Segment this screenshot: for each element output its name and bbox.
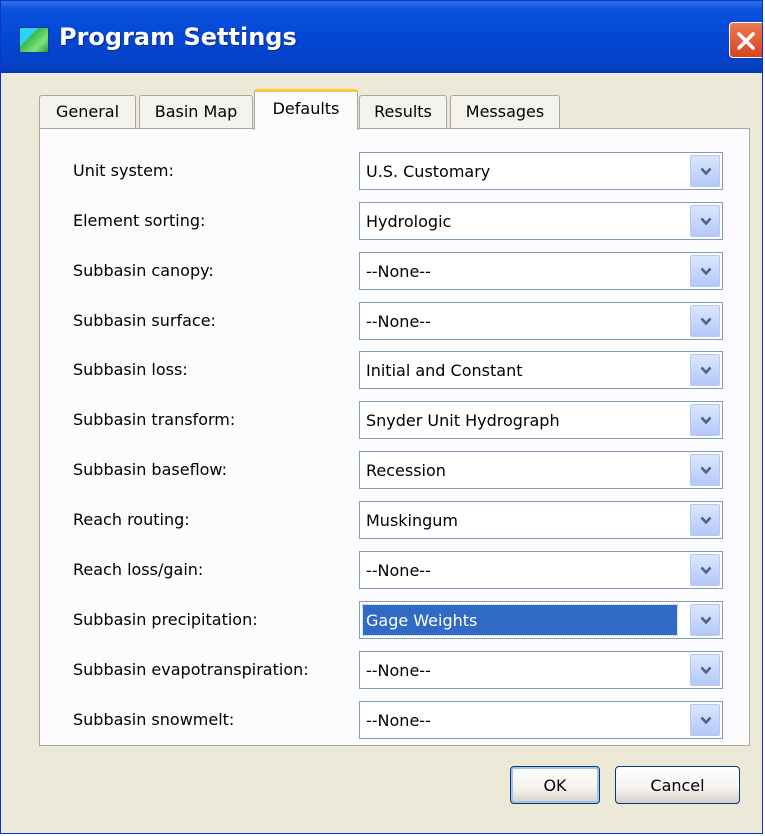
subbasin-transform-value: Snyder Unit Hydrograph (366, 411, 560, 430)
subbasin-canopy-label: Subbasin canopy: (73, 261, 214, 280)
setting-row-subbasin-evapotranspiration: Subbasin evapotranspiration: --None-- (40, 651, 749, 689)
tab-defaults[interactable]: Defaults (254, 89, 358, 130)
dropdown-button[interactable] (690, 305, 720, 337)
dropdown-button[interactable] (690, 504, 720, 536)
tab-results-label: Results (374, 102, 432, 121)
setting-row-subbasin-transform: Subbasin transform: Snyder Unit Hydrogra… (40, 401, 749, 439)
subbasin-baseflow-label: Subbasin baseflow: (73, 460, 228, 479)
dropdown-button[interactable] (690, 554, 720, 586)
subbasin-snowmelt-label: Subbasin snowmelt: (73, 710, 235, 729)
chevron-down-icon (700, 466, 712, 475)
subbasin-surface-select[interactable]: --None-- (359, 302, 723, 340)
setting-row-subbasin-snowmelt: Subbasin snowmelt: --None-- (40, 701, 749, 739)
dropdown-button[interactable] (690, 404, 720, 436)
subbasin-evapotranspiration-select[interactable]: --None-- (359, 651, 723, 689)
defaults-panel: Unit system: U.S. Customary Element sort… (39, 128, 750, 746)
tab-basin-map[interactable]: Basin Map (139, 95, 253, 129)
dropdown-button[interactable] (690, 205, 720, 237)
window-title: Program Settings (59, 23, 297, 51)
subbasin-precipitation-select[interactable]: Gage Weights (359, 601, 723, 639)
dropdown-button[interactable] (690, 704, 720, 736)
ok-button[interactable]: OK (510, 766, 600, 804)
dropdown-button[interactable] (690, 255, 720, 287)
tab-messages[interactable]: Messages (450, 95, 560, 129)
dropdown-button[interactable] (690, 454, 720, 486)
reach-routing-value: Muskingum (366, 511, 459, 530)
unit-system-select[interactable]: U.S. Customary (359, 152, 723, 190)
close-icon (737, 32, 755, 50)
tab-defaults-label: Defaults (272, 99, 340, 118)
subbasin-evapotranspiration-value: --None-- (366, 661, 431, 680)
setting-row-subbasin-surface: Subbasin surface: --None-- (40, 302, 749, 340)
setting-row-element-sorting: Element sorting: Hydrologic (40, 202, 749, 240)
setting-row-subbasin-loss: Subbasin loss: Initial and Constant (40, 351, 749, 389)
subbasin-snowmelt-select[interactable]: --None-- (359, 701, 723, 739)
tab-results[interactable]: Results (359, 95, 447, 129)
subbasin-loss-value: Initial and Constant (366, 361, 523, 380)
chevron-down-icon (700, 416, 712, 425)
subbasin-baseflow-value: Recession (366, 461, 446, 480)
element-sorting-label: Element sorting: (73, 211, 206, 230)
chevron-down-icon (700, 666, 712, 675)
tab-general-label: General (55, 102, 120, 121)
program-settings-app-icon (19, 27, 49, 53)
close-button[interactable] (729, 22, 762, 58)
reach-routing-label: Reach routing: (73, 510, 190, 529)
subbasin-precipitation-label: Subbasin precipitation: (73, 610, 258, 629)
element-sorting-value: Hydrologic (366, 212, 452, 231)
reach-loss-gain-label: Reach loss/gain: (73, 560, 204, 579)
dropdown-button[interactable] (690, 354, 720, 386)
chevron-down-icon (700, 566, 712, 575)
subbasin-loss-select[interactable]: Initial and Constant (359, 351, 723, 389)
subbasin-evapotranspiration-label: Subbasin evapotranspiration: (73, 660, 309, 679)
tab-messages-label: Messages (465, 102, 545, 121)
subbasin-precipitation-value: Gage Weights (362, 604, 678, 636)
setting-row-subbasin-canopy: Subbasin canopy: --None-- (40, 252, 749, 290)
subbasin-surface-label: Subbasin surface: (73, 311, 216, 330)
subbasin-canopy-select[interactable]: --None-- (359, 252, 723, 290)
setting-row-unit-system: Unit system: U.S. Customary (40, 152, 749, 190)
subbasin-snowmelt-value: --None-- (366, 711, 431, 730)
chevron-down-icon (700, 167, 712, 176)
reach-routing-select[interactable]: Muskingum (359, 501, 723, 539)
chevron-down-icon (700, 716, 712, 725)
dropdown-button[interactable] (690, 604, 720, 636)
reach-loss-gain-select[interactable]: --None-- (359, 551, 723, 589)
element-sorting-select[interactable]: Hydrologic (359, 202, 723, 240)
subbasin-transform-label: Subbasin transform: (73, 410, 236, 429)
tab-general[interactable]: General (39, 95, 136, 129)
subbasin-baseflow-select[interactable]: Recession (359, 451, 723, 489)
reach-loss-gain-value: --None-- (366, 561, 431, 580)
setting-row-subbasin-precipitation: Subbasin precipitation: Gage Weights (40, 601, 749, 639)
program-settings-dialog: Program Settings General Basin Map Defau… (0, 0, 763, 834)
chevron-down-icon (700, 267, 712, 276)
chevron-down-icon (700, 366, 712, 375)
title-bar[interactable]: Program Settings (1, 1, 762, 73)
dropdown-button[interactable] (690, 155, 720, 187)
unit-system-value: U.S. Customary (366, 162, 491, 181)
subbasin-transform-select[interactable]: Snyder Unit Hydrograph (359, 401, 723, 439)
tab-basin-map-label: Basin Map (154, 102, 238, 121)
chevron-down-icon (700, 317, 712, 326)
cancel-button[interactable]: Cancel (615, 766, 740, 804)
setting-row-reach-routing: Reach routing: Muskingum (40, 501, 749, 539)
setting-row-reach-loss-gain: Reach loss/gain: --None-- (40, 551, 749, 589)
subbasin-surface-value: --None-- (366, 312, 431, 331)
unit-system-label: Unit system: (73, 161, 174, 180)
setting-row-subbasin-baseflow: Subbasin baseflow: Recession (40, 451, 749, 489)
subbasin-loss-label: Subbasin loss: (73, 360, 188, 379)
chevron-down-icon (700, 217, 712, 226)
chevron-down-icon (700, 516, 712, 525)
chevron-down-icon (700, 616, 712, 625)
dropdown-button[interactable] (690, 654, 720, 686)
subbasin-canopy-value: --None-- (366, 262, 431, 281)
